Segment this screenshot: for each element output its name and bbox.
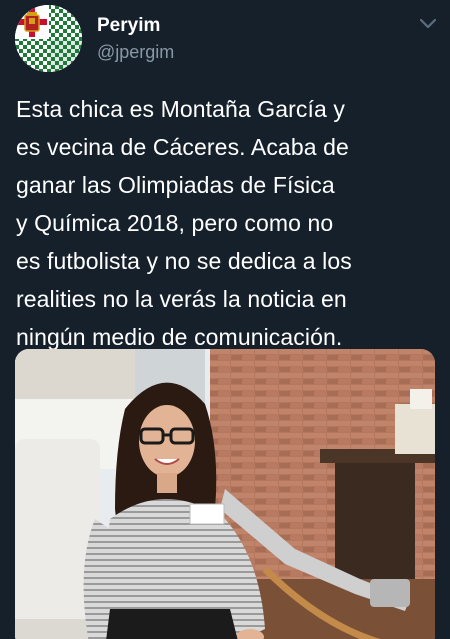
photo-illustration [15, 349, 435, 639]
author-handle[interactable]: @jpergim [97, 41, 174, 63]
tweet-text: Esta chica es Montaña García y es vecina… [16, 96, 352, 350]
author-display-name[interactable]: Peryim [97, 14, 160, 38]
avatar[interactable] [15, 5, 82, 72]
tweet-card: Peryim @jpergim Esta chica es Montaña Ga… [0, 0, 450, 639]
chevron-down-icon [419, 18, 437, 29]
flag-avatar-icon [15, 5, 82, 72]
tweet-photo[interactable] [15, 349, 435, 639]
tweet-menu-button[interactable] [414, 12, 442, 36]
